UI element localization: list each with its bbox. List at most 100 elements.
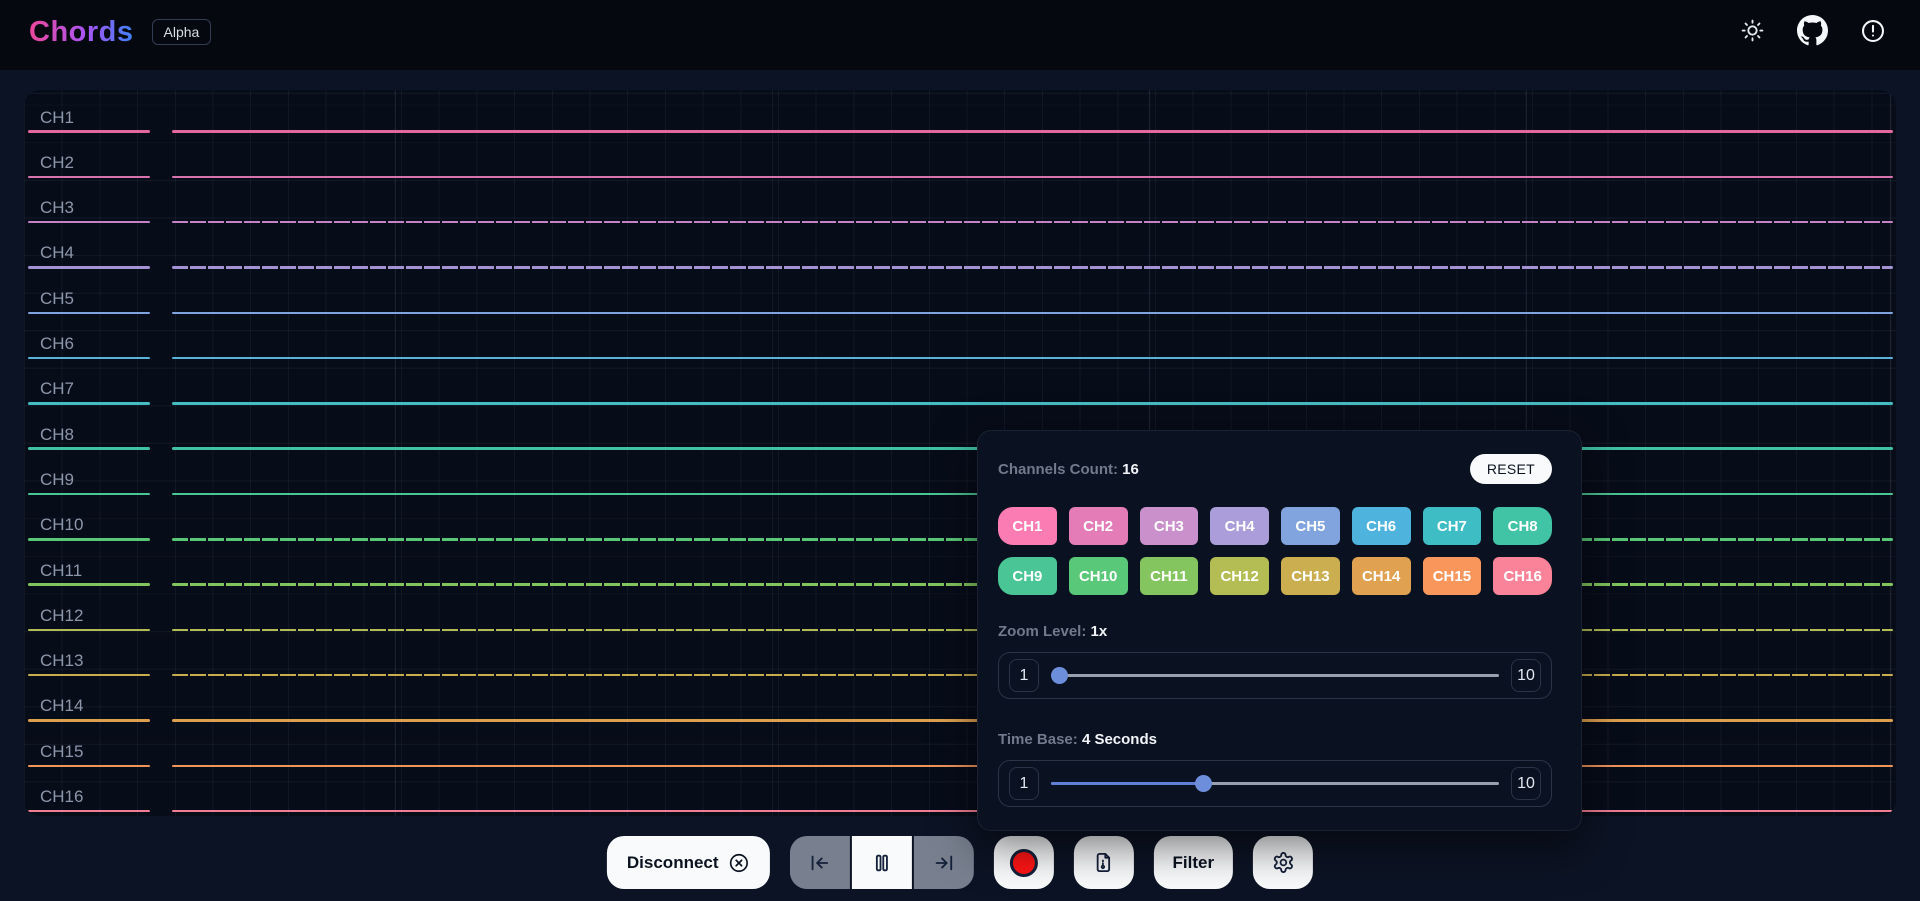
skip-to-start-button[interactable] bbox=[790, 836, 850, 889]
playback-control-group bbox=[790, 836, 974, 889]
file-save-icon bbox=[1092, 851, 1115, 874]
channel-trace-ch5 bbox=[172, 312, 1893, 315]
zoom-level-value: 1x bbox=[1091, 623, 1108, 640]
channel-toggle-ch11[interactable]: CH11 bbox=[1140, 557, 1199, 595]
pause-icon bbox=[871, 852, 893, 874]
time-base-slider-group: 1 10 bbox=[998, 760, 1552, 807]
channel-label-ch1: CH1 bbox=[40, 108, 74, 128]
zoom-level-label: Zoom Level: 1x bbox=[998, 623, 1552, 640]
pause-button[interactable] bbox=[852, 836, 912, 889]
channel-label-ch7: CH7 bbox=[40, 379, 74, 399]
channel-toggle-ch5[interactable]: CH5 bbox=[1281, 507, 1340, 545]
channel-toggle-row-2: CH9 CH10 CH11 CH12 CH13 CH14 CH15 CH16 bbox=[998, 557, 1552, 595]
channel-label-ch8: CH8 bbox=[40, 425, 74, 445]
circle-x-icon bbox=[728, 852, 750, 874]
channel-label-ch9: CH9 bbox=[40, 470, 74, 490]
channel-label-ch6: CH6 bbox=[40, 334, 74, 354]
channel-trace-head-ch13 bbox=[28, 674, 150, 677]
time-base-value: 4 Seconds bbox=[1082, 731, 1157, 748]
channel-toggle-ch3[interactable]: CH3 bbox=[1140, 507, 1199, 545]
time-base-slider-thumb[interactable] bbox=[1195, 775, 1212, 792]
zoom-min-box: 1 bbox=[1009, 659, 1039, 692]
channel-toggle-ch7[interactable]: CH7 bbox=[1423, 507, 1482, 545]
zoom-slider-track bbox=[1051, 674, 1499, 677]
channel-label-ch2: CH2 bbox=[40, 153, 74, 173]
channel-label-ch15: CH15 bbox=[40, 742, 83, 762]
channel-trace-head-ch14 bbox=[28, 719, 150, 722]
channel-toggle-ch16[interactable]: CH16 bbox=[1493, 557, 1552, 595]
zoom-slider-thumb[interactable] bbox=[1051, 667, 1068, 684]
time-base-slider-fill bbox=[1051, 782, 1203, 785]
github-icon bbox=[1797, 15, 1828, 49]
channel-toggle-ch10[interactable]: CH10 bbox=[1069, 557, 1128, 595]
time-base-min-box: 1 bbox=[1009, 767, 1039, 800]
channels-count-value: 16 bbox=[1122, 461, 1139, 478]
bottom-toolbar: Disconnect bbox=[607, 836, 1313, 889]
filter-button-label: Filter bbox=[1173, 853, 1215, 873]
channel-toggle-ch1[interactable]: CH1 bbox=[998, 507, 1057, 545]
channel-label-ch10: CH10 bbox=[40, 515, 83, 535]
channel-label-ch13: CH13 bbox=[40, 651, 83, 671]
time-base-label: Time Base: 4 Seconds bbox=[998, 731, 1552, 748]
record-button[interactable] bbox=[994, 836, 1054, 889]
disconnect-button[interactable]: Disconnect bbox=[607, 836, 770, 889]
channel-toggle-ch4[interactable]: CH4 bbox=[1210, 507, 1269, 545]
channel-label-ch11: CH11 bbox=[40, 561, 82, 581]
channel-trace-ch7 bbox=[172, 402, 1893, 405]
channel-settings-popover: Channels Count: 16 RESET CH1CH2CH3CH4CH5… bbox=[977, 430, 1582, 831]
channel-label-ch16: CH16 bbox=[40, 787, 83, 807]
alpha-badge: Alpha bbox=[152, 19, 212, 45]
channel-toggle-ch2[interactable]: CH2 bbox=[1069, 507, 1128, 545]
top-bar: Chords Alpha bbox=[0, 0, 1920, 70]
skip-to-end-button[interactable] bbox=[914, 836, 974, 889]
channel-label-ch5: CH5 bbox=[40, 289, 74, 309]
disconnect-button-label: Disconnect bbox=[627, 853, 719, 873]
zoom-slider[interactable] bbox=[1051, 666, 1499, 686]
channel-trace-head-ch10 bbox=[28, 538, 150, 541]
channel-trace-head-ch2 bbox=[28, 176, 150, 179]
channel-toggle-ch12[interactable]: CH12 bbox=[1210, 557, 1269, 595]
alert-circle-icon bbox=[1860, 18, 1886, 47]
channel-toggle-ch6[interactable]: CH6 bbox=[1352, 507, 1411, 545]
channel-trace-ch6 bbox=[172, 357, 1893, 360]
theme-toggle-button[interactable] bbox=[1740, 18, 1765, 46]
zoom-slider-group: 1 10 bbox=[998, 652, 1552, 699]
reset-button[interactable]: RESET bbox=[1470, 454, 1552, 484]
channel-label-ch3: CH3 bbox=[40, 198, 74, 218]
channel-trace-head-ch16 bbox=[28, 810, 150, 813]
channel-trace-head-ch5 bbox=[28, 312, 150, 315]
channel-toggle-ch13[interactable]: CH13 bbox=[1281, 557, 1340, 595]
channel-trace-head-ch4 bbox=[28, 266, 150, 269]
channel-trace-head-ch11 bbox=[28, 583, 150, 586]
filter-button[interactable]: Filter bbox=[1154, 836, 1234, 889]
channel-trace-head-ch6 bbox=[28, 357, 150, 360]
save-file-button[interactable] bbox=[1074, 836, 1134, 889]
channel-toggle-ch9[interactable]: CH9 bbox=[998, 557, 1057, 595]
arrow-right-to-line-icon bbox=[933, 852, 955, 874]
topbar-icons bbox=[1740, 15, 1886, 49]
channel-toggle-ch8[interactable]: CH8 bbox=[1493, 507, 1552, 545]
record-icon bbox=[1010, 849, 1038, 877]
channel-trace-head-ch15 bbox=[28, 765, 150, 768]
channel-trace-ch3 bbox=[172, 221, 1893, 224]
theme-sun-icon bbox=[1740, 18, 1765, 46]
channel-toggle-ch14[interactable]: CH14 bbox=[1352, 557, 1411, 595]
channel-trace-ch4 bbox=[172, 266, 1893, 269]
channel-trace-head-ch1 bbox=[28, 130, 150, 133]
channel-toggle-row-1: CH1 CH2 CH3 CH4 CH5 CH6 CH7 CH8 bbox=[998, 507, 1552, 545]
channel-trace-head-ch8 bbox=[28, 447, 150, 450]
channel-trace-head-ch3 bbox=[28, 221, 150, 224]
channel-trace-head-ch7 bbox=[28, 402, 150, 405]
channel-trace-head-ch9 bbox=[28, 493, 150, 496]
channel-label-ch4: CH4 bbox=[40, 243, 74, 263]
arrow-left-to-line-icon bbox=[809, 852, 831, 874]
time-base-slider[interactable] bbox=[1051, 774, 1499, 794]
settings-button[interactable] bbox=[1253, 836, 1313, 889]
channel-trace-ch2 bbox=[172, 176, 1893, 179]
gear-icon bbox=[1272, 851, 1295, 874]
about-button[interactable] bbox=[1860, 18, 1886, 47]
channel-toggle-ch15[interactable]: CH15 bbox=[1423, 557, 1482, 595]
channel-trace-ch1 bbox=[172, 130, 1893, 133]
channel-label-ch14: CH14 bbox=[40, 696, 83, 716]
github-link-button[interactable] bbox=[1797, 15, 1828, 49]
